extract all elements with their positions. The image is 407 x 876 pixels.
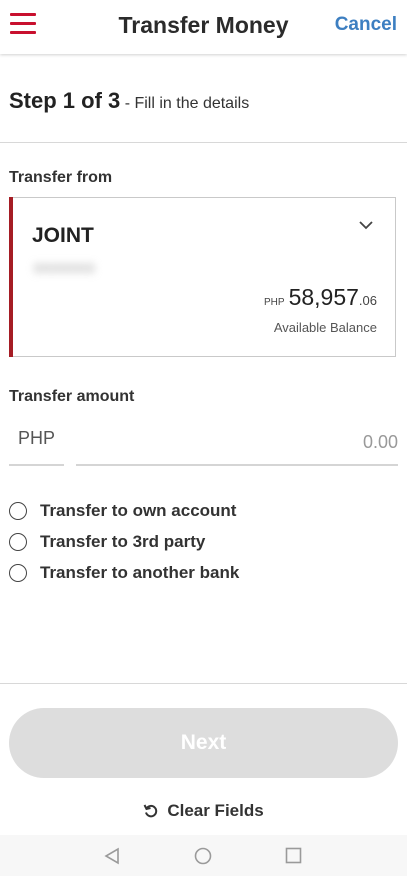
radio-third-party[interactable]: Transfer to 3rd party — [9, 530, 205, 554]
radio-button-icon[interactable] — [9, 533, 27, 551]
radio-another-bank[interactable]: Transfer to another bank — [9, 561, 239, 585]
home-circle-icon[interactable] — [194, 847, 212, 865]
radio-button-icon[interactable] — [9, 564, 27, 582]
chevron-down-icon[interactable] — [357, 216, 375, 234]
reset-icon — [143, 804, 158, 818]
divider — [0, 142, 407, 143]
hamburger-menu-icon[interactable] — [10, 13, 36, 37]
step-number: Step 1 of 3 — [9, 88, 121, 113]
system-navigation-bar — [0, 835, 407, 876]
source-account-selector[interactable]: JOINT 0000000 PHP 58,957.06 Available Bal… — [9, 197, 396, 357]
radio-button-icon[interactable] — [9, 502, 27, 520]
amount-currency: PHP — [18, 428, 56, 448]
available-balance-label: Available Balance — [273, 320, 377, 335]
divider — [0, 683, 407, 684]
balance-integer: 58,957 — [288, 284, 359, 310]
card-accent-bar — [9, 197, 13, 357]
balance-currency: PHP — [264, 297, 285, 308]
radio-label: Transfer to own account — [40, 501, 237, 520]
step-indicator: Step 1 of 3 - Fill in the details — [9, 88, 249, 114]
amount-input[interactable] — [76, 424, 398, 460]
account-number: 0000000 — [34, 260, 96, 276]
radio-own-account[interactable]: Transfer to own account — [9, 499, 236, 523]
clear-fields-label: Clear Fields — [167, 801, 264, 820]
balance-decimal: .06 — [358, 293, 377, 308]
transfer-from-label: Transfer from — [9, 169, 113, 186]
amount-underline — [76, 464, 398, 466]
radio-label: Transfer to another bank — [40, 563, 240, 582]
next-button[interactable]: Next — [9, 708, 398, 778]
currency-underline — [9, 464, 64, 466]
transfer-amount-label: Transfer amount — [9, 388, 135, 405]
recents-square-icon[interactable] — [285, 847, 302, 864]
radio-label: Transfer to 3rd party — [40, 532, 206, 551]
back-triangle-icon[interactable] — [103, 847, 121, 865]
clear-fields-button[interactable]: Clear Fields — [0, 801, 407, 821]
step-description: - Fill in the details — [120, 95, 250, 112]
account-balance: PHP 58,957.06 — [264, 284, 377, 311]
cancel-button[interactable]: Cancel — [335, 14, 397, 36]
app-header: Transfer Money Cancel — [0, 0, 407, 54]
account-name: JOINT — [32, 224, 94, 247]
